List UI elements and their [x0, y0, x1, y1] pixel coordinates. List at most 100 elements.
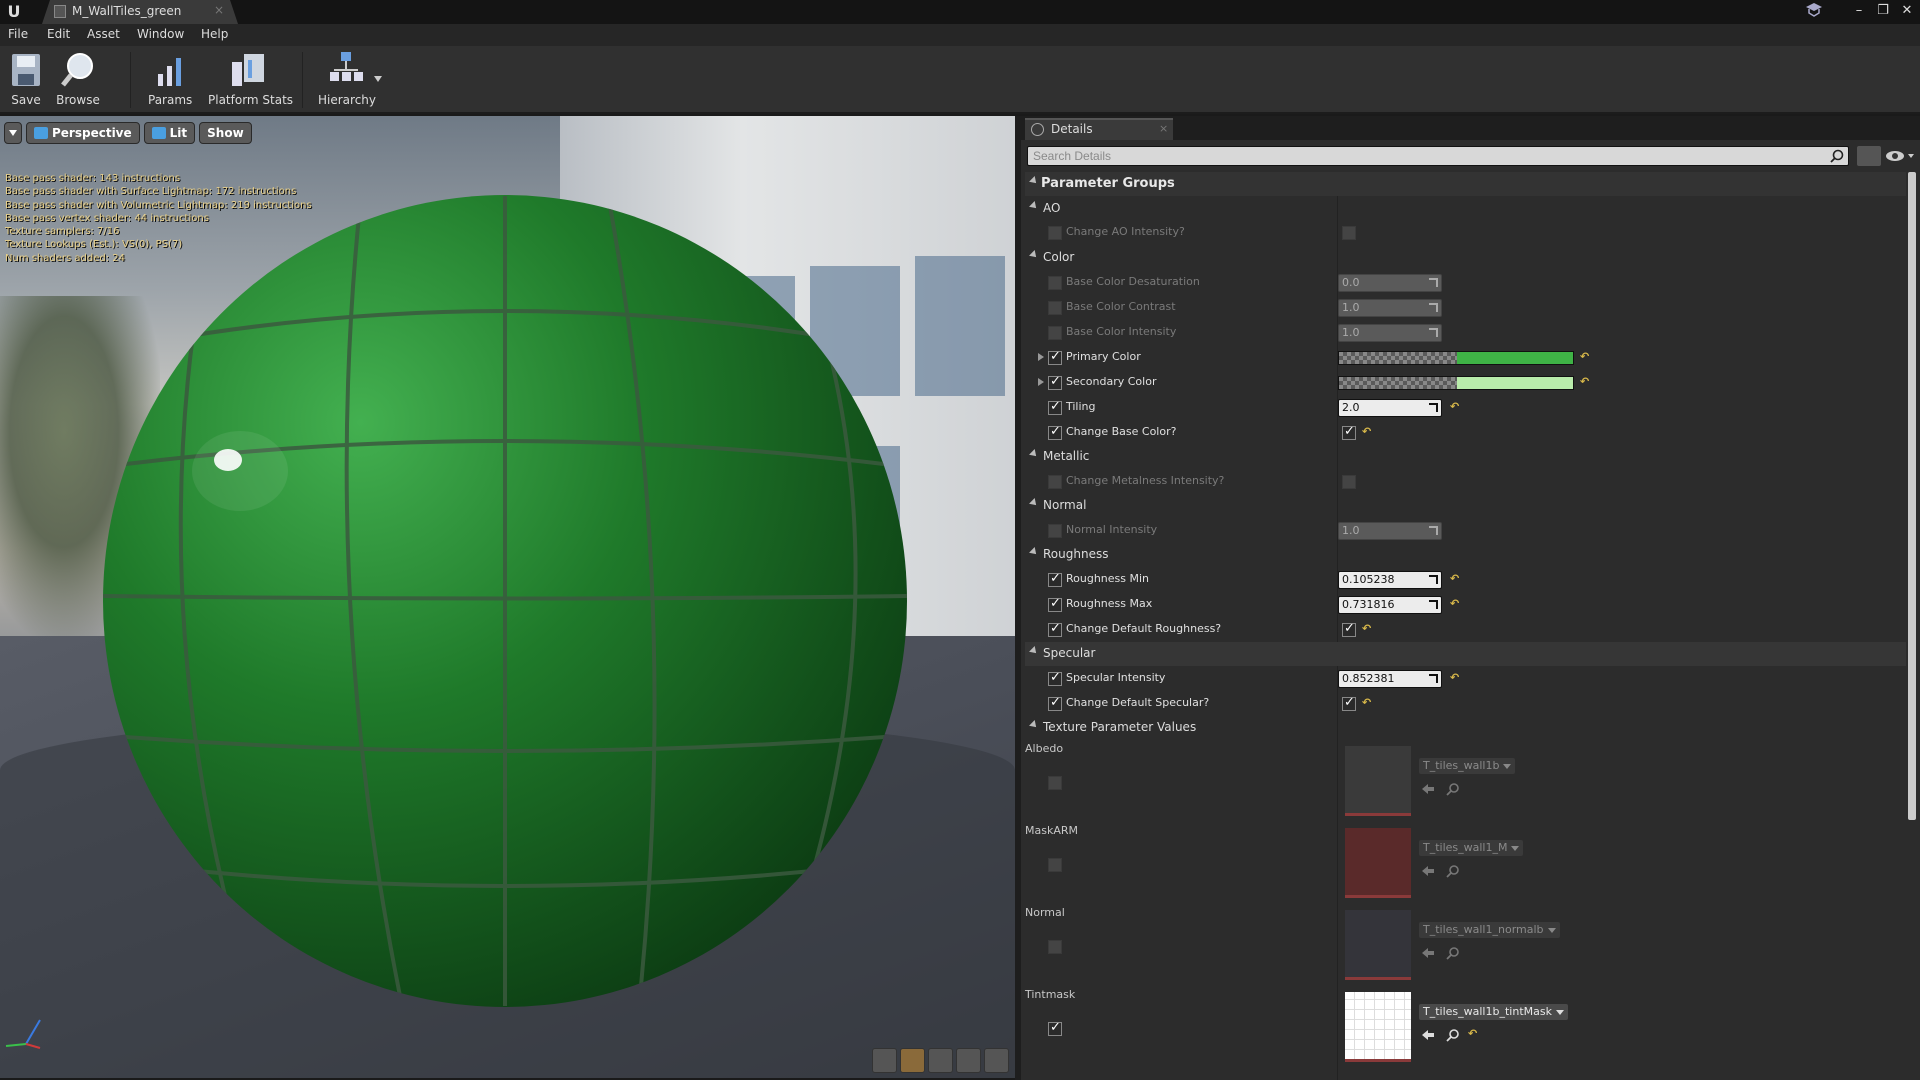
override-checkbox[interactable] [1048, 226, 1062, 240]
reset-to-default-icon[interactable]: ↶ [1468, 1027, 1477, 1040]
notification-icon[interactable] [1805, 3, 1823, 17]
override-checkbox[interactable] [1048, 670, 1062, 686]
view-options-eye-icon[interactable] [1885, 149, 1915, 163]
reset-to-default-icon[interactable]: ↶ [1362, 622, 1371, 635]
group-specular[interactable]: Specular [1025, 642, 1906, 666]
reset-to-default-icon[interactable]: ↶ [1450, 671, 1459, 684]
save-button[interactable]: Save [6, 50, 46, 110]
group-roughness[interactable]: Roughness [1025, 543, 1906, 567]
expand-arrow-icon[interactable] [1038, 378, 1044, 386]
find-in-browser-icon[interactable] [1446, 946, 1460, 960]
details-tab-close-button[interactable]: × [1159, 122, 1168, 135]
override-checkbox[interactable] [1048, 524, 1062, 538]
use-selected-arrow-icon[interactable] [1422, 1030, 1434, 1040]
value-checkbox[interactable] [1342, 424, 1356, 440]
minimize-button[interactable]: – [1852, 3, 1866, 18]
expand-arrow-icon[interactable] [1038, 353, 1044, 361]
perspective-button[interactable]: Perspective [26, 122, 140, 144]
menu-window[interactable]: Window [137, 27, 184, 41]
find-in-browser-icon[interactable] [1446, 1028, 1460, 1042]
value-checkbox[interactable] [1342, 621, 1356, 637]
texture-thumbnail[interactable] [1345, 910, 1411, 980]
use-selected-arrow-icon[interactable] [1422, 784, 1434, 794]
document-tab-close-button[interactable]: × [214, 3, 224, 17]
group-color[interactable]: Color [1025, 246, 1906, 270]
value-field[interactable]: 1.0 [1338, 522, 1442, 540]
override-checkbox[interactable] [1048, 399, 1062, 415]
reset-to-default-icon[interactable]: ↶ [1362, 425, 1371, 438]
reset-to-default-icon[interactable]: ↶ [1362, 696, 1371, 709]
viewport-options-dropdown[interactable] [4, 122, 22, 144]
color-swatch[interactable] [1338, 376, 1574, 390]
override-checkbox[interactable] [1048, 571, 1062, 587]
group-ao[interactable]: AO [1025, 197, 1906, 221]
value-field[interactable]: 0.0 [1338, 274, 1442, 292]
menu-edit[interactable]: Edit [47, 27, 70, 41]
sphere-preview-button[interactable] [900, 1048, 925, 1073]
restore-button[interactable]: ❐ [1876, 3, 1890, 18]
override-checkbox[interactable] [1048, 374, 1062, 390]
override-checkbox[interactable] [1048, 276, 1062, 290]
override-checkbox[interactable] [1048, 424, 1062, 440]
override-checkbox[interactable] [1048, 475, 1062, 489]
custom-mesh-preview-button[interactable] [984, 1048, 1009, 1073]
value-checkbox[interactable] [1342, 226, 1356, 240]
browse-button[interactable]: Browse [56, 50, 100, 110]
group-texture-parameter-values[interactable]: Texture Parameter Values [1025, 716, 1906, 740]
group-normal[interactable]: Normal [1025, 494, 1906, 518]
hierarchy-button[interactable]: Hierarchy [318, 50, 376, 110]
override-checkbox[interactable] [1048, 349, 1062, 365]
property-matrix-button[interactable] [1857, 146, 1881, 166]
close-button[interactable]: ✕ [1900, 3, 1914, 18]
find-in-browser-icon[interactable] [1446, 782, 1460, 796]
override-checkbox[interactable] [1048, 940, 1062, 954]
color-swatch[interactable] [1338, 351, 1574, 365]
reset-to-default-icon[interactable]: ↶ [1450, 400, 1459, 413]
details-scrollbar[interactable] [1908, 172, 1916, 820]
menu-asset[interactable]: Asset [87, 27, 120, 41]
override-checkbox[interactable] [1048, 301, 1062, 315]
use-selected-arrow-icon[interactable] [1422, 866, 1434, 876]
texture-asset-dropdown[interactable]: T_tiles_wall1b_tintMask [1419, 1004, 1568, 1020]
value-field[interactable]: 1.0 [1338, 299, 1442, 317]
value-field[interactable]: 0.105238 [1338, 571, 1442, 589]
details-tab[interactable]: Details × [1025, 118, 1173, 140]
parameter-groups-header[interactable]: Parameter Groups [1025, 172, 1906, 196]
menu-help[interactable]: Help [201, 27, 228, 41]
reset-to-default-icon[interactable]: ↶ [1580, 350, 1589, 363]
cube-preview-button[interactable] [956, 1048, 981, 1073]
group-metallic[interactable]: Metallic [1025, 445, 1906, 469]
cylinder-preview-button[interactable] [872, 1048, 897, 1073]
show-button[interactable]: Show [199, 122, 252, 144]
use-selected-arrow-icon[interactable] [1422, 948, 1434, 958]
params-button[interactable]: Params [148, 50, 192, 110]
override-checkbox[interactable] [1048, 326, 1062, 340]
lit-button[interactable]: Lit [143, 122, 196, 144]
value-field[interactable]: 2.0 [1338, 399, 1442, 417]
platform-stats-button[interactable]: Platform Stats [208, 50, 293, 110]
hierarchy-dropdown-icon[interactable] [374, 76, 382, 82]
texture-thumbnail[interactable] [1345, 746, 1411, 816]
plane-preview-button[interactable] [928, 1048, 953, 1073]
document-tab[interactable]: M_WallTiles_green × [42, 0, 238, 24]
search-details-input[interactable] [1027, 146, 1849, 166]
override-checkbox[interactable] [1048, 858, 1062, 872]
texture-thumbnail[interactable] [1345, 828, 1411, 898]
override-checkbox[interactable] [1048, 1020, 1062, 1036]
texture-asset-dropdown[interactable]: T_tiles_wall1b [1419, 758, 1516, 774]
find-in-browser-icon[interactable] [1446, 864, 1460, 878]
value-field[interactable]: 1.0 [1338, 324, 1442, 342]
search-icon[interactable] [1830, 149, 1844, 163]
material-preview-viewport[interactable]: Perspective Lit Show Base pass shader: 1… [0, 116, 1015, 1078]
override-checkbox[interactable] [1048, 695, 1062, 711]
override-checkbox[interactable] [1048, 776, 1062, 790]
texture-asset-dropdown[interactable]: T_tiles_wall1_normalb [1419, 922, 1560, 938]
texture-asset-dropdown[interactable]: T_tiles_wall1_M [1419, 840, 1524, 856]
reset-to-default-icon[interactable]: ↶ [1450, 572, 1459, 585]
value-checkbox[interactable] [1342, 475, 1356, 489]
value-checkbox[interactable] [1342, 695, 1356, 711]
override-checkbox[interactable] [1048, 621, 1062, 637]
value-field[interactable]: 0.852381 [1338, 670, 1442, 688]
reset-to-default-icon[interactable]: ↶ [1450, 597, 1459, 610]
menu-file[interactable]: File [8, 27, 28, 41]
